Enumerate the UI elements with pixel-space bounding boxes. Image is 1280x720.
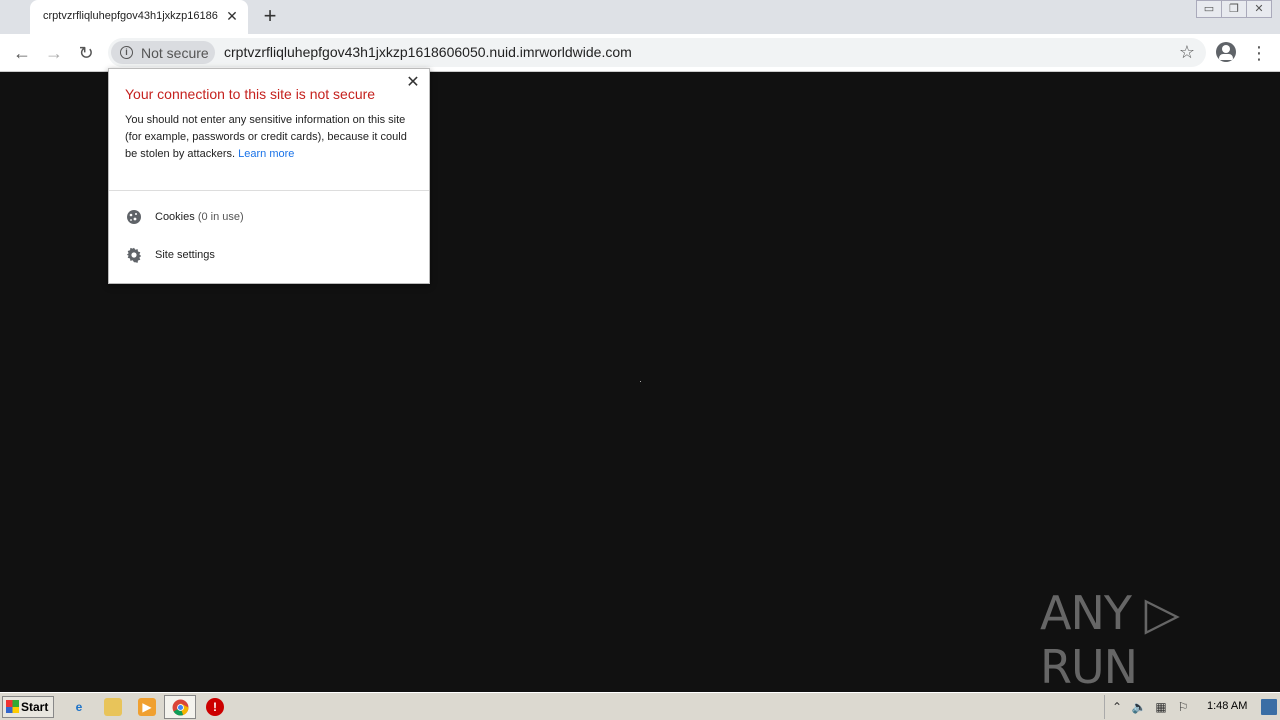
chrome-taskbar-button[interactable] <box>164 695 196 719</box>
info-icon: i <box>120 46 133 59</box>
chrome-icon <box>172 699 189 716</box>
reload-button[interactable]: ↻ <box>74 41 98 65</box>
opera-icon[interactable]: ! <box>206 698 224 716</box>
windows-logo-icon <box>6 700 19 713</box>
cookies-label: Cookies (0 in use) <box>155 211 244 223</box>
learn-more-link[interactable]: Learn more <box>238 148 294 160</box>
speaker-icon[interactable]: 🔈 <box>1131 699 1147 715</box>
watermark-text: ANY ▷ RUN <box>1040 586 1180 694</box>
popup-title: Your connection to this site is not secu… <box>125 86 376 102</box>
tab-strip: crptvzrfliqluhepfgov43h1jxkzp16186 ✕ + ▭… <box>0 0 1280 34</box>
back-button[interactable]: ← <box>10 41 34 65</box>
start-button[interactable]: Start <box>2 696 54 718</box>
action-center-flag-icon[interactable]: ⚐ <box>1175 699 1191 715</box>
windows-taskbar: Start e ▶ ! ⌃ 🔈 ▦ ⚐ 1:48 AM <box>0 692 1280 720</box>
site-settings-label: Site settings <box>155 249 215 261</box>
start-label: Start <box>21 700 49 714</box>
bookmark-star-icon[interactable]: ☆ <box>1176 41 1198 63</box>
window-controls: ▭ ❐ ✕ <box>1196 0 1272 18</box>
cookies-row[interactable]: Cookies (0 in use) <box>125 208 415 228</box>
network-icon[interactable]: ▦ <box>1153 699 1169 715</box>
restore-button[interactable]: ❐ <box>1221 0 1247 18</box>
anyrun-watermark: ANY ▷ RUN <box>1040 586 1280 694</box>
forward-button[interactable]: → <box>42 41 66 65</box>
cursor-dot <box>640 381 641 382</box>
close-window-button[interactable]: ✕ <box>1246 0 1272 18</box>
tab-title: crptvzrfliqluhepfgov43h1jxkzp16186 <box>43 10 218 22</box>
tab-close-icon[interactable]: ✕ <box>224 8 240 24</box>
internet-explorer-icon[interactable]: e <box>70 698 88 716</box>
site-settings-row[interactable]: Site settings <box>125 246 415 266</box>
profile-avatar-icon[interactable] <box>1216 42 1236 62</box>
cookies-status: (0 in use) <box>197 211 244 223</box>
show-hidden-icons-icon[interactable]: ⌃ <box>1109 699 1125 715</box>
show-desktop-icon[interactable] <box>1261 699 1277 715</box>
browser-tab[interactable]: crptvzrfliqluhepfgov43h1jxkzp16186 ✕ <box>30 0 248 34</box>
gear-icon <box>125 247 143 265</box>
site-info-popup: ✕ Your connection to this site is not se… <box>108 68 430 284</box>
popup-close-icon[interactable]: ✕ <box>405 75 421 91</box>
cookies-label-text: Cookies <box>155 211 195 223</box>
cookie-icon <box>125 209 143 227</box>
popup-divider <box>109 190 429 191</box>
clock[interactable]: 1:48 AM <box>1207 700 1247 712</box>
minimize-button[interactable]: ▭ <box>1196 0 1222 18</box>
security-chip[interactable]: i Not secure <box>111 41 215 64</box>
url-text[interactable]: crptvzrfliqluhepfgov43h1jxkzp1618606050.… <box>224 44 632 60</box>
file-explorer-icon[interactable] <box>104 698 122 716</box>
browser-toolbar: ← → ↻ i Not secure crptvzrfliqluhepfgov4… <box>0 34 1280 72</box>
security-chip-label: Not secure <box>141 45 209 61</box>
media-player-icon[interactable]: ▶ <box>138 698 156 716</box>
popup-body: You should not enter any sensitive infor… <box>125 112 415 163</box>
new-tab-button[interactable]: + <box>258 5 282 28</box>
system-tray: ⌃ 🔈 ▦ ⚐ 1:48 AM <box>1104 695 1280 719</box>
browser-menu-icon[interactable]: ⋮ <box>1250 41 1268 65</box>
address-bar[interactable]: i Not secure crptvzrfliqluhepfgov43h1jxk… <box>108 38 1206 67</box>
